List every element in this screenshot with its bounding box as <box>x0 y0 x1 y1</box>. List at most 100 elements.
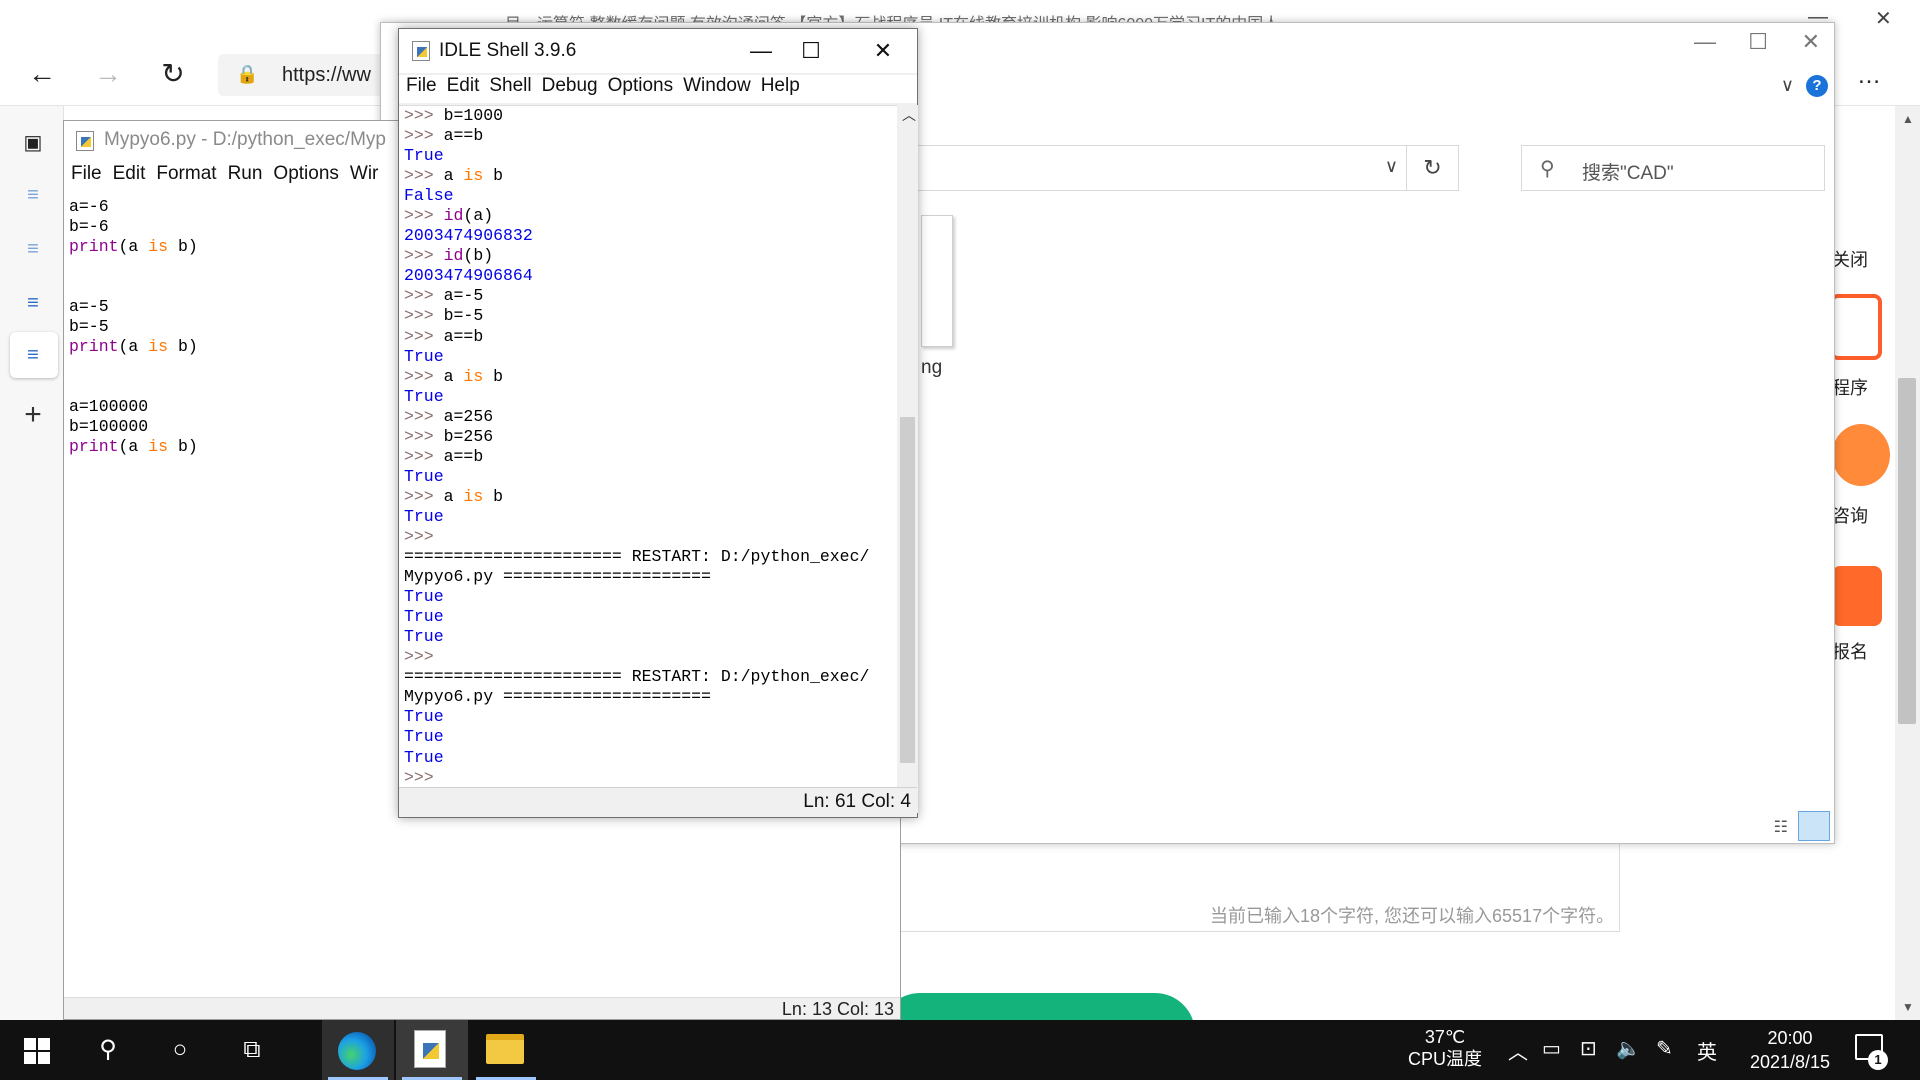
new-tab-icon[interactable]: + <box>20 400 46 430</box>
promo-signup-label[interactable]: 报名 <box>1832 638 1868 664</box>
editor-menu-run[interactable]: Run <box>228 163 263 185</box>
python-idle-icon <box>414 1030 446 1068</box>
explorer-minimize-button[interactable]: — <box>1694 29 1716 55</box>
explorer-search-input[interactable]: ⚲ 搜索"CAD" <box>1521 145 1825 191</box>
task-view-icon[interactable]: ⧉ <box>234 1032 270 1068</box>
editor-menu-file[interactable]: File <box>71 163 102 185</box>
large-icons-view-icon[interactable] <box>1798 811 1830 841</box>
shell-line: False <box>404 186 869 206</box>
taskbar-edge-app[interactable] <box>322 1020 394 1080</box>
editor-menu-edit[interactable]: Edit <box>113 163 146 185</box>
code-line: print(a is b) <box>69 237 198 256</box>
shell-input: id(a) <box>443 206 494 226</box>
forward-button[interactable]: → <box>90 58 126 94</box>
shell-menu-help[interactable]: Help <box>761 75 800 97</box>
editor-code-area[interactable]: a=-6 b=-6 print(a is b) a=-5 b=-5 print(a is … <box>69 197 198 457</box>
consult-icon[interactable] <box>1832 424 1890 486</box>
shell-output: True <box>404 386 444 406</box>
taskbar-idle-app[interactable] <box>396 1020 468 1080</box>
shell-line: True <box>404 507 869 527</box>
tab-actions-icon[interactable]: ▣ <box>20 130 46 156</box>
refresh-icon[interactable]: ↻ <box>1406 146 1458 190</box>
tab-favicon-icon[interactable]: ≡ <box>20 236 46 262</box>
editor-menu-wir[interactable]: Wir <box>350 163 378 185</box>
details-view-icon[interactable]: ☷ <box>1774 817 1788 837</box>
shell-restart-banner: ====================== RESTART: D:/pytho… <box>404 667 870 687</box>
editor-menu-format[interactable]: Format <box>156 163 216 185</box>
address-url[interactable]: https://ww <box>282 64 371 87</box>
chevron-down-icon[interactable]: ∨ <box>1385 156 1398 177</box>
editor-menu-options[interactable]: Options <box>273 163 338 185</box>
more-options-button[interactable]: … <box>1857 62 1882 90</box>
signup-icon[interactable] <box>1832 566 1882 626</box>
shell-output-area[interactable]: >>> b=1000 >>> a==b True >>> a is b False >>>… <box>399 105 897 813</box>
shell-menu-window[interactable]: Window <box>683 75 751 97</box>
scroll-up-icon[interactable]: ▲ <box>1902 112 1914 126</box>
file-thumbnail[interactable] <box>921 215 953 347</box>
shell-output: True <box>404 707 444 727</box>
cpu-temperature[interactable]: 37℃ CPU温度 <box>1405 1026 1485 1070</box>
pen-icon[interactable]: ✎ <box>1656 1036 1673 1061</box>
editor-title: Mypyo6.py - D:/python_exec/Myp <box>104 129 386 150</box>
tab-favicon-icon[interactable]: ≡ <box>20 182 46 208</box>
shell-restart-banner: ====================== RESTART: D:/pytho… <box>404 547 870 567</box>
scroll-up-icon[interactable]: ︿ <box>902 105 916 125</box>
scroll-down-icon[interactable]: ▼ <box>1902 1000 1914 1014</box>
shell-cursor-position: Ln: 61 Col: 4 <box>803 791 911 812</box>
editor-cursor-position: Ln: 13 Col: 13 <box>781 999 894 1019</box>
shell-line: >>> a is b <box>404 166 869 186</box>
cortana-icon[interactable]: ○ <box>162 1032 198 1068</box>
file-label[interactable]: ng <box>921 357 942 379</box>
shell-minimize-button[interactable]: — <box>741 34 781 68</box>
shell-input: a=-5 <box>443 286 484 306</box>
shell-line: >>> a is b <box>404 487 869 507</box>
folder-icon <box>486 1034 524 1064</box>
shell-menu-edit[interactable]: Edit <box>447 75 480 97</box>
clock[interactable]: 20:00 2021/8/15 <box>1735 1026 1845 1074</box>
shell-menu-options[interactable]: Options <box>608 75 673 97</box>
cpu-temp-label: CPU温度 <box>1407 1049 1482 1069</box>
tab-favicon-icon[interactable]: ≡ <box>20 342 46 368</box>
back-button[interactable]: ← <box>24 58 60 94</box>
code-line: b=100000 <box>69 417 149 436</box>
edge-icon <box>338 1032 376 1070</box>
ime-indicator[interactable]: 英 <box>1697 1036 1717 1065</box>
help-icon[interactable]: ? <box>1806 75 1828 97</box>
promo-consult-label[interactable]: 咨询 <box>1832 502 1868 528</box>
explorer-maximize-button[interactable]: ☐ <box>1748 29 1768 55</box>
shell-scrollbar[interactable]: ︿ ﹀ <box>897 105 918 813</box>
shell-title: IDLE Shell 3.9.6 <box>439 40 577 61</box>
shell-input: a==b <box>443 326 484 346</box>
code-line: a=100000 <box>69 397 149 416</box>
browser-close-button[interactable]: ✕ <box>1875 6 1892 31</box>
shell-line: >>> b=256 <box>404 427 869 447</box>
explorer-close-button[interactable]: ✕ <box>1802 29 1820 55</box>
chevron-down-icon[interactable]: ∨ <box>1781 75 1794 96</box>
program-icon[interactable] <box>1830 294 1882 360</box>
page-scrollbar-thumb[interactable] <box>1898 378 1916 724</box>
code-line: b=-6 <box>69 217 109 236</box>
shell-prompt: >>> <box>404 647 444 667</box>
network-icon[interactable]: ⊡ <box>1580 1036 1597 1061</box>
shell-menu-debug[interactable]: Debug <box>542 75 598 97</box>
start-button[interactable] <box>20 1032 56 1068</box>
tab-favicon-icon[interactable]: ≡ <box>20 290 46 316</box>
promo-close-label[interactable]: 关闭 <box>1832 246 1868 272</box>
shell-prompt: >>> <box>404 166 444 186</box>
shell-close-button[interactable]: ✕ <box>863 34 903 68</box>
shell-line: >>> <box>404 768 869 788</box>
shell-line: True <box>404 607 869 627</box>
shell-input: a==b <box>443 446 484 466</box>
volume-icon[interactable]: 🔈 <box>1616 1036 1641 1061</box>
taskbar-explorer-app[interactable] <box>470 1020 542 1080</box>
search-icon[interactable]: ⚲ <box>90 1032 126 1068</box>
shell-maximize-button[interactable]: ☐ <box>791 34 831 68</box>
chevron-up-icon[interactable]: ︿ <box>1508 1036 1528 1065</box>
battery-icon[interactable]: ▭ <box>1542 1036 1561 1061</box>
shell-scrollbar-thumb[interactable] <box>900 417 915 763</box>
promo-program-label[interactable]: 程序 <box>1832 374 1868 400</box>
shell-menu-file[interactable]: File <box>406 75 437 97</box>
refresh-button[interactable]: ↻ <box>155 58 191 94</box>
shell-menu-shell[interactable]: Shell <box>489 75 531 97</box>
